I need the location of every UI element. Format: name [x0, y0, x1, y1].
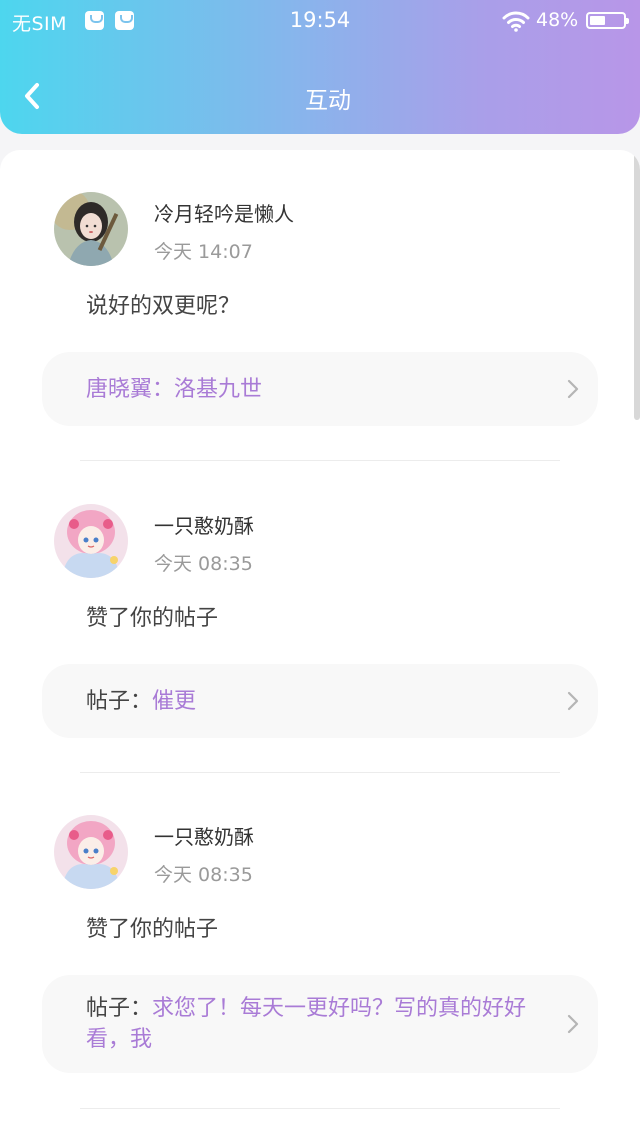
page-title: 互动	[305, 88, 351, 114]
avatar[interactable]	[54, 192, 128, 266]
timestamp: 今天 08:35	[154, 864, 253, 886]
avatar-image	[54, 815, 128, 889]
post-reference-text: 唐晓翼：洛基九世	[86, 374, 542, 405]
battery-icon	[586, 12, 629, 29]
avatar[interactable]	[54, 504, 128, 578]
post-reference-title: 求您了！每天一更好吗？写的真的好好看，我	[86, 996, 527, 1052]
battery-percent: 48%	[536, 9, 579, 31]
username[interactable]: 冷月轻吟是懒人	[154, 198, 294, 227]
post-reference-text: 帖子：催更	[86, 686, 542, 717]
chevron-right-icon	[567, 379, 579, 399]
divider	[80, 772, 560, 773]
chevron-right-icon	[567, 691, 579, 711]
chevron-right-icon	[567, 1014, 579, 1034]
post-reference-text: 帖子：求您了！每天一更好吗？写的真的好好看，我	[86, 993, 542, 1055]
post-reference[interactable]: 帖子：催更	[42, 664, 598, 738]
avatar-image	[54, 504, 128, 578]
divider	[80, 460, 560, 461]
timestamp: 今天 14:07	[154, 241, 253, 263]
wifi-icon	[502, 11, 530, 32]
message-text: 说好的双更呢？	[86, 294, 241, 319]
post-reference[interactable]: 唐晓翼：洛基九世	[42, 352, 598, 426]
interaction-list[interactable]: 冷月轻吟是懒人 今天 14:07 说好的双更呢？ 唐晓翼：洛基九世 一只憨奶酥 …	[0, 150, 640, 1140]
divider	[80, 1108, 560, 1109]
post-reference-title: 唐晓翼：洛基九世	[86, 377, 263, 402]
username[interactable]: 一只憨奶酥	[154, 510, 254, 539]
username[interactable]: 一只憨奶酥	[154, 821, 254, 850]
avatar-image	[54, 192, 128, 266]
message-text: 赞了你的帖子	[86, 606, 219, 631]
post-reference-prefix: 帖子：	[86, 996, 153, 1021]
post-reference-prefix: 帖子：	[86, 689, 153, 714]
message-text: 赞了你的帖子	[86, 917, 219, 942]
avatar[interactable]	[54, 815, 128, 889]
timestamp: 今天 08:35	[154, 553, 253, 575]
post-reference[interactable]: 帖子：求您了！每天一更好吗？写的真的好好看，我	[42, 975, 598, 1073]
status-bar: 无SIM 19:54 48%	[0, 0, 640, 44]
scrollbar[interactable]	[634, 150, 640, 420]
header: 无SIM 19:54 48% 互动	[0, 0, 640, 134]
post-reference-title: 催更	[152, 689, 197, 714]
